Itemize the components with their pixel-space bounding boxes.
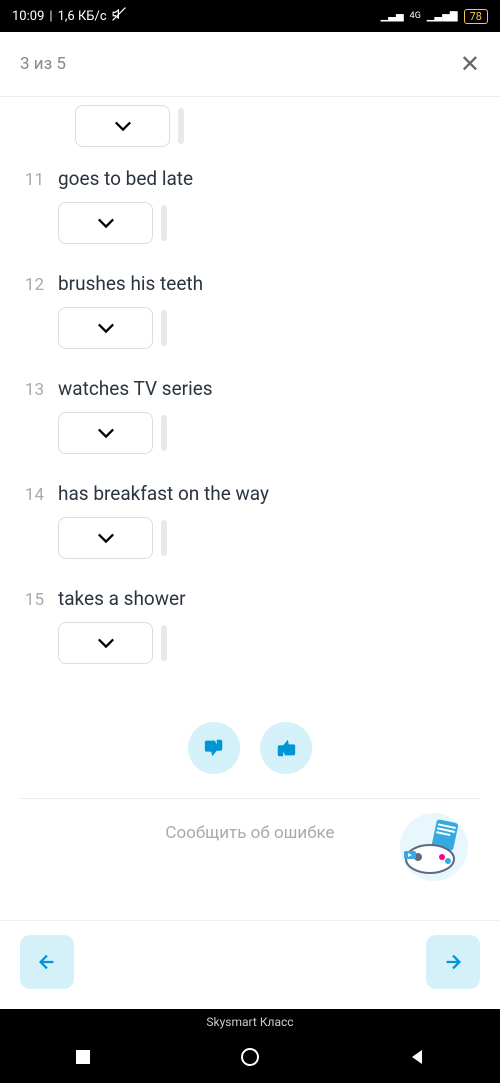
question-row: 12 brushes his teeth — [20, 272, 480, 295]
dropdown-row-partial — [75, 105, 480, 147]
recent-apps-button[interactable] — [74, 1048, 92, 1070]
answer-indicator — [161, 415, 167, 451]
question-row: 14 has breakfast on the way — [20, 482, 480, 505]
dropdown-row — [58, 517, 480, 559]
progress-indicator: 3 из 5 — [20, 54, 66, 74]
question-number: 14 — [20, 485, 44, 505]
content-area: 11 goes to bed late 12 brushes his teeth… — [0, 97, 500, 920]
dropdown-row — [58, 622, 480, 664]
status-time: 10:09 — [12, 9, 44, 24]
question-number: 13 — [20, 380, 44, 400]
report-section: Сообщить об ошибке — [20, 798, 480, 867]
prev-button[interactable] — [20, 935, 74, 989]
next-button[interactable] — [426, 935, 480, 989]
answer-indicator — [161, 520, 167, 556]
answer-indicator — [161, 310, 167, 346]
question-number: 12 — [20, 275, 44, 295]
question-text: has breakfast on the way — [58, 482, 269, 505]
dropdown-row — [58, 412, 480, 454]
question-number: 15 — [20, 590, 44, 610]
answer-dropdown[interactable] — [58, 202, 153, 244]
signal-icon-2: ▁▃▅▇ — [427, 11, 458, 22]
question-row: 11 goes to bed late — [20, 167, 480, 190]
app-header: 3 из 5 ✕ — [0, 32, 500, 97]
status-bar: 10:09 | 1,6 КБ/с ▁▃▅ 4G ▁▃▅▇ 78 — [0, 0, 500, 32]
mute-icon — [112, 7, 126, 25]
question-text: brushes his teeth — [58, 272, 203, 295]
dropdown-row — [58, 307, 480, 349]
thumbs-up-button[interactable] — [260, 722, 312, 774]
answer-dropdown[interactable] — [75, 105, 170, 147]
question-row: 13 watches TV series — [20, 377, 480, 400]
answer-dropdown[interactable] — [58, 517, 153, 559]
feedback-row — [20, 692, 480, 798]
gamepad-illustration-icon — [398, 811, 470, 883]
bottom-nav — [0, 920, 500, 1009]
question-number: 11 — [20, 170, 44, 190]
battery-level: 78 — [464, 9, 488, 24]
question-text: watches TV series — [58, 377, 213, 400]
home-button[interactable] — [240, 1047, 260, 1071]
back-button[interactable] — [408, 1048, 426, 1070]
thumbs-down-button[interactable] — [188, 722, 240, 774]
answer-dropdown[interactable] — [58, 307, 153, 349]
question-text: goes to bed late — [58, 167, 193, 190]
question-text: takes a shower — [58, 587, 186, 610]
answer-indicator — [161, 205, 167, 241]
signal-icon: ▁▃▅ — [381, 11, 404, 22]
answer-dropdown[interactable] — [58, 412, 153, 454]
answer-indicator — [161, 625, 167, 661]
dropdown-row — [58, 202, 480, 244]
system-nav-bar — [0, 1035, 500, 1083]
close-button[interactable]: ✕ — [460, 50, 480, 78]
status-speed: 1,6 КБ/с — [58, 9, 107, 24]
app-name-label: Skysmart Класс — [0, 1009, 500, 1035]
answer-indicator — [178, 108, 184, 144]
answer-dropdown[interactable] — [58, 622, 153, 664]
report-error-link[interactable]: Сообщить об ошибке — [165, 823, 334, 843]
question-row: 15 takes a shower — [20, 587, 480, 610]
network-type: 4G — [410, 11, 421, 21]
